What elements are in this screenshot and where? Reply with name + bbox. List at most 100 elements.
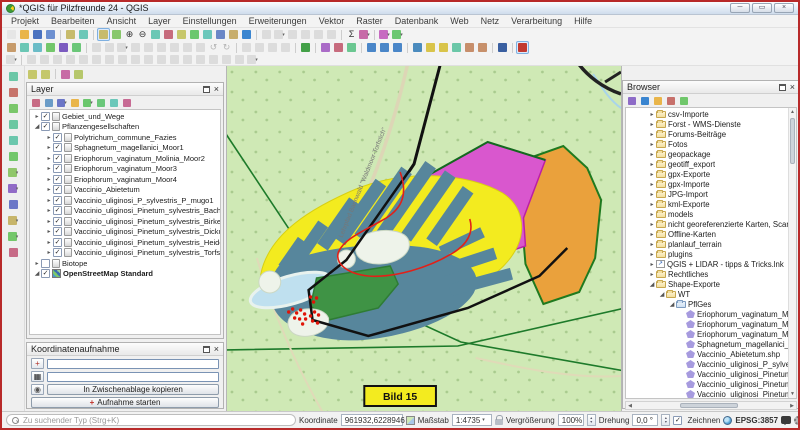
refresh-browser-icon[interactable] [639, 95, 651, 107]
scroll-thumb[interactable] [680, 403, 738, 408]
expanded-icon[interactable]: ◢ [648, 281, 656, 288]
layer-item-gebiet-und-wege[interactable]: ▸✓Gebiet_und_Wege [30, 111, 220, 122]
collapsed-icon[interactable]: ▸ [45, 165, 53, 172]
browser-item-qgis-lidar-tipps-tricks-lnk[interactable]: ▸↗QGIS + LIDAR - tipps & Tricks.lnk [626, 259, 796, 269]
project-new-icon[interactable] [5, 28, 18, 41]
layer-item-eriophorum-vaginatum-moor4[interactable]: ▸✓Eriophorum_vaginatum_Moor4 [30, 174, 220, 185]
browser-item-geopackage[interactable]: ▸geopackage [626, 149, 796, 159]
browser-item-eriophorum-vaginatum-moor4-s[interactable]: Eriophorum_vaginatum_Moor4.s [626, 329, 796, 339]
remove-layer-group-icon[interactable] [121, 97, 133, 109]
crs-status[interactable]: EPSG:3857 [735, 416, 778, 425]
magnifier-spinner[interactable]: ▴▾ [587, 414, 596, 426]
collapsed-icon[interactable]: ▸ [648, 171, 656, 178]
grid-coordinate-icon[interactable]: ▦ [31, 371, 44, 382]
collapsed-icon[interactable]: ▸ [45, 186, 53, 193]
print-layout-icon[interactable] [64, 28, 77, 41]
layer-item-pflanzengesellschaften[interactable]: ◢✓Pflanzengesellschaften [30, 122, 220, 133]
browser-item-eriophorum-vaginatum-molinia[interactable]: Eriophorum_vaginatum_Molinia_ [626, 309, 796, 319]
add-group-icon[interactable] [43, 97, 55, 109]
menu-verarbeitung[interactable]: Verarbeitung [505, 16, 568, 26]
menu-web[interactable]: Web [444, 16, 474, 26]
browser-item-geotiff-export[interactable]: ▸geotiff_export [626, 159, 796, 169]
menu-layer[interactable]: Layer [142, 16, 177, 26]
html-export-icon[interactable] [437, 41, 450, 54]
lock-map-scale-icon[interactable] [59, 68, 72, 81]
layer-visibility-checkbox[interactable]: ✓ [53, 133, 62, 142]
collapse-all-browser-icon[interactable] [665, 95, 677, 107]
menu-hilfe[interactable]: Hilfe [568, 16, 598, 26]
layer-item-vaccinio-uliginosi-pinetum-sylvestris-heidestadium[interactable]: ▸✓Vaccinio_uliginosi_Pinetum_sylvestris_… [30, 237, 220, 248]
layer-visibility-checkbox[interactable]: ✓ [53, 238, 62, 247]
layer-visibility-checkbox[interactable]: ✓ [41, 112, 50, 121]
grass-tools-icon[interactable] [39, 68, 52, 81]
layer-visibility-checkbox[interactable]: ✓ [53, 196, 62, 205]
browser-item-rechtliches[interactable]: ▸Rechtliches [626, 269, 796, 279]
start-capture-button[interactable]: +Aufnahme starten [31, 397, 219, 408]
layer-visibility-checkbox[interactable]: ✓ [41, 269, 50, 278]
add-virtual-icon[interactable]: ▾ [6, 230, 21, 243]
scroll-down-icon[interactable]: ▼ [789, 390, 796, 398]
layer-item-biotope[interactable]: ▸Biotope [30, 258, 220, 269]
layer-visibility-checkbox[interactable]: ✓ [53, 175, 62, 184]
layer-visibility-checkbox[interactable]: ✓ [53, 154, 62, 163]
browser-item-vaccinio-uliginosi-pinetum-sylve[interactable]: Vaccinio_uliginosi_Pinetum_sylve [626, 369, 796, 379]
coordinate-input[interactable]: 961932,6228946 [341, 414, 403, 426]
collapsed-icon[interactable]: ▸ [648, 261, 656, 268]
add-postgis-icon[interactable]: ▾ [6, 166, 21, 179]
browser-item-shape-exporte[interactable]: ◢Shape-Exporte [626, 279, 796, 289]
layer-visibility-checkbox[interactable]: ✓ [53, 206, 62, 215]
expanded-icon[interactable]: ◢ [658, 291, 666, 298]
locator-search-input[interactable]: Zu suchender Typ (Strg+K) [6, 414, 296, 426]
map-canvas[interactable]: Lehrpfad Bannwald "Waldmoor-Torfstich" B… [226, 66, 622, 412]
add-vector-layer-icon[interactable] [6, 150, 21, 163]
collapsed-icon[interactable]: ▸ [648, 111, 656, 118]
close-panel-icon[interactable]: × [214, 86, 219, 93]
collapsed-icon[interactable]: ▸ [648, 231, 656, 238]
browser-item-nicht-georeferenzierte-karten-scans-screen[interactable]: ▸nicht georeferenzierte Karten, Scans, S… [626, 219, 796, 229]
crs-picker-icon[interactable]: + [31, 358, 44, 369]
tile-grid-1-icon[interactable] [463, 41, 476, 54]
menu-bearbeiten[interactable]: Bearbeiten [45, 16, 101, 26]
tile-grid-2-icon[interactable] [476, 41, 489, 54]
collapsed-icon[interactable]: ▸ [648, 221, 656, 228]
minimize-button[interactable]: ─ [730, 3, 750, 13]
zoom-out-icon[interactable]: ⊖ [136, 28, 149, 41]
layer-item-sphagnetum-magellanici-moor1[interactable]: ▸✓Sphagnetum_magellanici_Moor1 [30, 143, 220, 154]
zoom-to-layer-icon[interactable] [175, 28, 188, 41]
attribute-actions-icon[interactable]: ▾ [358, 28, 371, 41]
plugin-builder-icon[interactable] [299, 41, 312, 54]
georeferencer-icon[interactable] [319, 41, 332, 54]
crs-globe-icon[interactable] [723, 416, 732, 425]
expanded-icon[interactable]: ◢ [668, 301, 676, 308]
collapsed-icon[interactable]: ▸ [648, 131, 656, 138]
manage-map-themes-icon[interactable]: ▾ [56, 97, 68, 109]
browser-item-pflges[interactable]: ◢PflGes [626, 299, 796, 309]
collapsed-icon[interactable]: ▸ [648, 141, 656, 148]
lock-scale-icon[interactable] [495, 419, 503, 425]
layer-visibility-checkbox[interactable]: ✓ [53, 217, 62, 226]
browser-item-gpx-importe[interactable]: ▸gpx-Importe [626, 179, 796, 189]
browser-item-vaccinio-uliginosi-pinetum-sylve[interactable]: Vaccinio_uliginosi_Pinetum_sylve [626, 389, 796, 399]
add-delimited-text-icon[interactable] [6, 118, 21, 131]
layers-panel-titlebar[interactable]: Layer × [27, 83, 223, 96]
collapsed-icon[interactable]: ▸ [45, 144, 53, 151]
collapsed-icon[interactable]: ▸ [45, 134, 53, 141]
collapsed-icon[interactable]: ▸ [648, 191, 656, 198]
add-spatialite-icon[interactable] [6, 134, 21, 147]
new-bookmark-icon[interactable] [214, 28, 227, 41]
scale-combobox[interactable]: 1:4735▾ [452, 414, 492, 426]
statistical-summary-icon[interactable]: Σ [345, 28, 358, 41]
layer-visibility-checkbox[interactable]: ✓ [53, 185, 62, 194]
pan-map-icon[interactable] [97, 28, 110, 41]
collapsed-icon[interactable]: ▸ [648, 241, 656, 248]
add-selected-layers-icon[interactable] [626, 95, 638, 107]
collapsed-icon[interactable]: ▸ [45, 239, 53, 246]
kml-export-icon[interactable] [424, 41, 437, 54]
layer-item-vaccinio-uliginosi-pinetum-sylvestris-dickung[interactable]: ▸✓Vaccinio_uliginosi_Pinetum_sylvestris_… [30, 227, 220, 238]
float-panel-icon[interactable] [203, 346, 210, 353]
add-mesh-layer-icon[interactable] [6, 102, 21, 115]
identify-wms-icon[interactable] [378, 41, 391, 54]
expanded-icon[interactable]: ◢ [33, 123, 41, 130]
layer-item-openstreetmap-standard[interactable]: ◢✓OpenStreetMap Standard [30, 269, 220, 280]
collapsed-icon[interactable]: ▸ [648, 211, 656, 218]
